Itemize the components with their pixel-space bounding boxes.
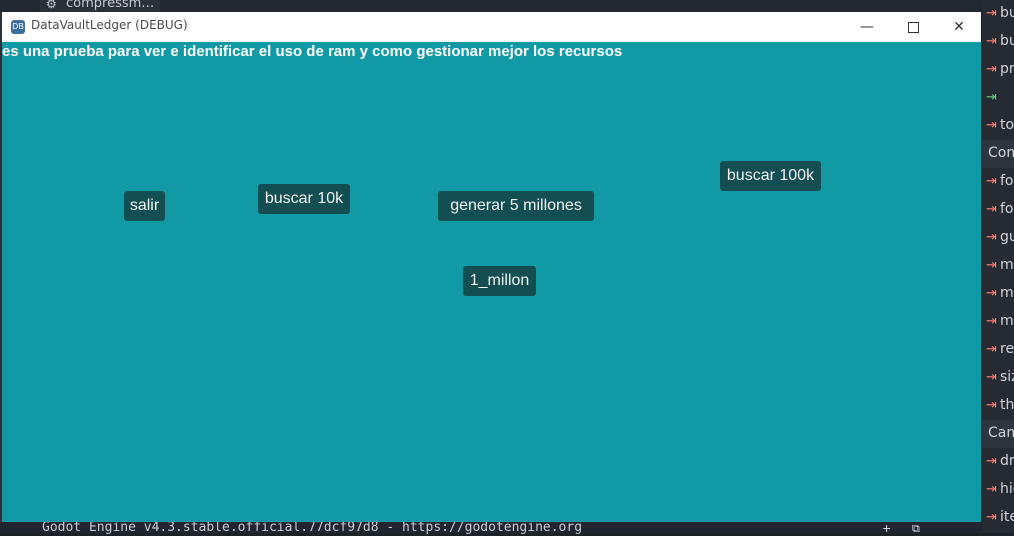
generar-5-millones-button[interactable]: generar 5 millones [438,191,594,221]
inspector-signal-row[interactable]: ⇥hic [982,476,1014,504]
inspector-panel: ⇥bu⇥bu⇥pr⇥⇥toCon⇥fo⇥fo⇥gu⇥m⇥m⇥m⇥re⇥siz⇥t… [982,0,1014,533]
maximize-button[interactable] [890,12,936,42]
close-button[interactable]: ✕ [936,12,981,42]
info-label: es una prueba para ver e identificar el … [2,43,623,60]
game-window: DB DataVaultLedger (DEBUG) — ✕ es una pr… [2,12,981,522]
signal-icon: ⇥ [986,286,997,301]
inspector-signal-row[interactable]: ⇥ re [982,336,1014,364]
salir-button[interactable]: salir [124,191,165,221]
inspector-row-label: bu [1000,33,1014,49]
inspector-row-label: fo [1000,173,1014,189]
signal-icon: ⇥ [986,398,997,413]
signal-icon: ⇥ [986,314,997,329]
inspector-signal-row[interactable]: ⇥ bu [982,0,1014,28]
inspector-signal-row[interactable]: ⇥ pr [982,56,1014,84]
inspector-row-label: bu [1000,5,1014,21]
inspector-signal-row[interactable]: ⇥ dr [982,448,1014,476]
inspector-row-label: m [1000,313,1014,329]
signal-icon: ⇥ [986,510,997,525]
inspector-section-label: Can [988,425,1014,441]
window-title: DataVaultLedger (DEBUG) [31,18,188,32]
editor-output-text: Godot Engine v4.3.stable.official.77dcf9… [42,520,583,535]
maximize-icon [907,21,919,33]
app-icon: DB [11,20,25,34]
inspector-section[interactable]: Con [982,140,1014,168]
inspector-signal-row[interactable]: ⇥siz [982,364,1014,392]
signal-icon: ⇥ [986,370,997,385]
inspector-section-label: Con [988,145,1014,161]
inspector-signal-row[interactable]: ⇥ to [982,112,1014,140]
gear-icon: ⚙ [46,0,57,11]
buscar-10k-button[interactable]: buscar 10k [258,184,350,214]
signal-icon: ⇥ [986,258,997,273]
signal-icon: ⇥ [986,454,997,469]
editor-tab-label[interactable]: compressm… [66,0,154,11]
buscar-100k-button[interactable]: buscar 100k [720,161,821,191]
signal-icon: ⇥ [986,34,997,49]
signal-icon: ⇥ [986,62,997,77]
enter-icon: ⇥ [986,90,997,105]
signal-icon: ⇥ [986,230,997,245]
inspector-signal-row[interactable]: ⇥ m [982,280,1014,308]
inspector-row-label: to [1000,117,1014,133]
inspector-row-label: m [1000,257,1014,273]
inspector-signal-row[interactable]: ⇥ m [982,308,1014,336]
inspector-signal-row[interactable]: ⇥ [982,84,1014,112]
add-icon[interactable]: + [882,523,896,534]
inspector-row-label: siz [1000,369,1014,385]
inspector-signal-row[interactable]: ⇥ gu [982,224,1014,252]
inspector-row-label: m [1000,285,1014,301]
inspector-row-label: re [1000,341,1014,357]
signal-icon: ⇥ [986,202,997,217]
signal-icon: ⇥ [986,174,997,189]
inspector-row-label: dr [1000,453,1014,469]
inspector-signal-row[interactable]: ⇥ bu [982,28,1014,56]
signal-icon: ⇥ [986,342,997,357]
window-titlebar[interactable]: DB DataVaultLedger (DEBUG) — ✕ [2,12,981,42]
un-millon-button[interactable]: 1_millon [463,266,536,296]
inspector-signal-row[interactable]: ⇥ m [982,252,1014,280]
inspector-signal-row[interactable]: ⇥ ite [982,504,1014,532]
signal-icon: ⇥ [986,6,997,21]
signal-icon: ⇥ [986,118,997,133]
inspector-signal-row[interactable]: ⇥ th [982,392,1014,420]
inspector-signal-row[interactable]: ⇥ fo [982,168,1014,196]
inspector-section[interactable]: Can [982,420,1014,448]
inspector-signal-row[interactable]: ⇥ fo [982,196,1014,224]
copy-icon[interactable]: ⧉ [912,523,926,534]
inspector-row-label: fo [1000,201,1014,217]
inspector-row-label: pr [1000,61,1014,77]
minimize-button[interactable]: — [844,12,890,42]
inspector-row-label: th [1000,397,1014,413]
signal-icon: ⇥ [986,482,997,497]
inspector-row-label: ite [1000,509,1014,525]
inspector-row-label: gu [1000,229,1014,245]
inspector-row-label: hic [1000,481,1014,497]
